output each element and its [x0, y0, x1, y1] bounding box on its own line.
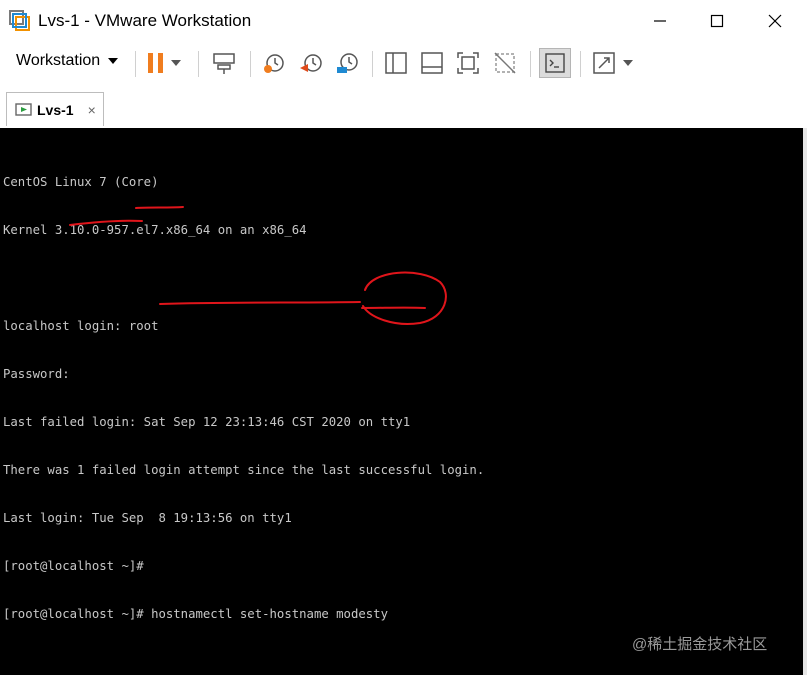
library-view-icon: [385, 52, 407, 74]
revert-snapshot-button[interactable]: [295, 48, 327, 78]
stretch-dropdown-button[interactable]: [618, 48, 638, 78]
title-bar: Lvs-1 - VMware Workstation: [0, 0, 807, 42]
vm-console[interactable]: CentOS Linux 7 (Core) Kernel 3.10.0-957.…: [0, 128, 803, 675]
full-screen-icon: [457, 52, 479, 74]
snapshot-manager-button[interactable]: [331, 48, 363, 78]
console-view-button[interactable]: [539, 48, 571, 78]
stretch-guest-button[interactable]: [588, 48, 620, 78]
toolbar-divider: [198, 51, 199, 77]
terminal-line: Kernel 3.10.0-957.el7.x86_64 on an x86_6…: [3, 223, 307, 237]
maximize-button[interactable]: [688, 0, 746, 42]
watermark: @稀土掘金技术社区: [632, 636, 768, 653]
terminal-output: CentOS Linux 7 (Core) Kernel 3.10.0-957.…: [3, 142, 484, 654]
toolbar: Workstation: [0, 42, 807, 84]
library-view-button[interactable]: [380, 48, 412, 78]
terminal-line: Password:: [3, 367, 70, 381]
full-screen-button[interactable]: [452, 48, 484, 78]
window-title: Lvs-1 - VMware Workstation: [38, 11, 252, 30]
snapshot-revert-icon: [300, 54, 322, 72]
take-snapshot-button[interactable]: [258, 48, 290, 78]
maximize-icon: [710, 14, 724, 28]
console-view-icon: [545, 53, 565, 73]
stretch-guest-icon: [593, 52, 615, 74]
snapshot-manager-icon: [337, 53, 358, 73]
toolbar-divider: [372, 51, 373, 77]
terminal-line: Last failed login: Sat Sep 12 23:13:46 C…: [3, 415, 411, 429]
toolbar-divider: [580, 51, 581, 77]
toolbar-divider: [530, 51, 531, 77]
vm-tab-strip: Lvs-1 ×: [0, 84, 807, 129]
send-ctrl-alt-del-button[interactable]: [208, 48, 240, 78]
terminal-line: [root@localhost ~]#: [3, 559, 144, 573]
toolbar-divider: [135, 51, 136, 77]
workstation-menu[interactable]: Workstation: [16, 52, 119, 70]
terminal-line: CentOS Linux 7 (Core): [3, 175, 159, 189]
minimize-button[interactable]: [631, 0, 689, 42]
workstation-menu-label: Workstation: [16, 52, 101, 69]
tab-label: Lvs-1: [37, 101, 74, 118]
tab-close-icon[interactable]: ×: [88, 102, 96, 118]
pause-icon: [148, 53, 163, 73]
dropdown-caret-icon: [623, 60, 633, 66]
console-edge: [803, 128, 807, 675]
vmware-app-icon: [9, 10, 30, 31]
unity-button[interactable]: [489, 48, 521, 78]
unity-icon: [494, 52, 516, 74]
dropdown-caret-icon: [171, 60, 181, 66]
power-dropdown-button[interactable]: [166, 48, 186, 78]
send-ctrl-alt-del-icon: [213, 53, 235, 74]
terminal-line: Last login: Tue Sep 8 19:13:56 on tty1: [3, 511, 292, 525]
toolbar-divider: [250, 51, 251, 77]
terminal-line: [root@localhost ~]# hostnamectl set-host…: [3, 607, 388, 621]
close-icon: [768, 14, 782, 28]
home-icon: [15, 102, 32, 116]
snapshot-take-icon: [264, 54, 284, 73]
minimize-icon: [654, 20, 666, 22]
terminal-line: There was 1 failed login attempt since t…: [3, 463, 485, 477]
dropdown-caret-icon: [108, 58, 119, 64]
terminal-line: localhost login: root: [3, 319, 159, 333]
close-window-button[interactable]: [746, 0, 804, 42]
thumbnail-view-button[interactable]: [416, 48, 448, 78]
tab-lvs-1[interactable]: Lvs-1 ×: [6, 92, 104, 126]
thumbnail-view-icon: [421, 52, 443, 74]
